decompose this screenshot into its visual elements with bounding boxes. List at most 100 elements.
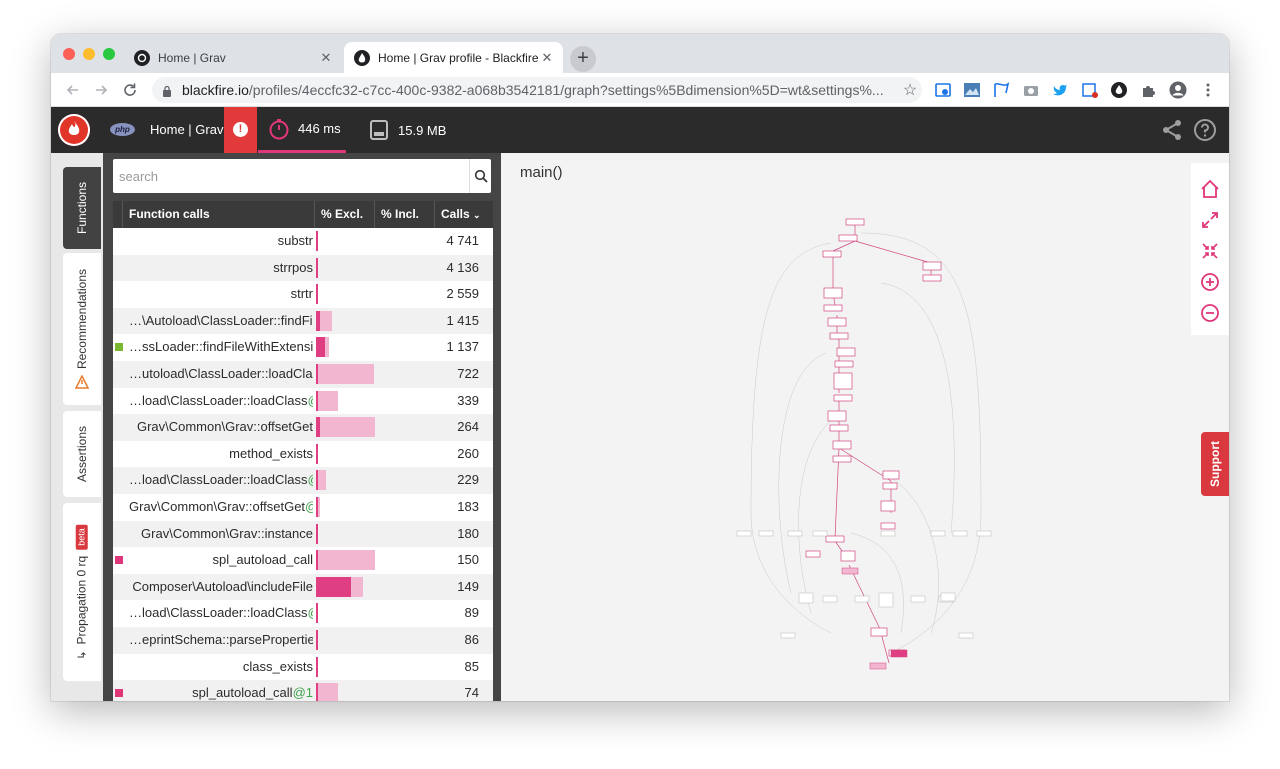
function-name: Composer\Autoload\includeFile <box>129 574 313 600</box>
tab-recommendations[interactable]: Recommendations <box>63 253 101 405</box>
twitter-extension-icon[interactable] <box>1051 81 1069 99</box>
zoom-in-icon[interactable] <box>1200 272 1220 292</box>
tab-label: Assertions <box>75 425 89 483</box>
call-count: 86 <box>464 632 479 647</box>
function-name: …eprintSchema::parseProperties <box>129 627 313 653</box>
extensions-puzzle-icon[interactable] <box>1140 81 1158 99</box>
table-row[interactable]: Grav\Common\Grav::offsetGet 264 <box>113 414 493 441</box>
excl-bar <box>316 497 318 517</box>
call-graph-area[interactable]: main() Support <box>501 153 1229 701</box>
tab-title: Home | Grav profile - Blackfire <box>378 50 539 65</box>
table-row[interactable]: method_exists 260 <box>113 440 493 468</box>
cost-bar <box>316 470 376 491</box>
return-arrow-icon: ↳ <box>76 650 89 660</box>
search-input[interactable] <box>113 161 469 191</box>
table-row[interactable]: …ssLoader::findFileWithExtension 1 137 <box>113 334 493 361</box>
tab-assertions[interactable]: Assertions <box>63 411 101 497</box>
table-row[interactable]: spl_autoload_call@1 74 <box>113 680 493 701</box>
expand-icon[interactable] <box>1200 210 1220 230</box>
blackfire-extension-icon[interactable] <box>1110 81 1128 99</box>
maximize-window-button[interactable] <box>103 48 115 60</box>
table-row[interactable]: …eprintSchema::parseProperties 86 <box>113 627 493 654</box>
graph-toolbar <box>1191 163 1229 335</box>
excl-bar <box>316 390 318 411</box>
image-extension-icon[interactable] <box>963 81 981 99</box>
profile-title[interactable]: Home | Grav <box>150 122 223 137</box>
help-icon[interactable] <box>1194 119 1216 141</box>
bookmark-star-icon[interactable]: ☆ <box>898 80 922 100</box>
call-count: 339 <box>457 392 479 408</box>
browser-tab-blackfire[interactable]: Home | Grav profile - Blackfire ✕ <box>344 42 563 73</box>
excl-bar <box>316 337 325 358</box>
address-bar[interactable]: blackfire.io/profiles/4eccfc32-c7cc-400c… <box>152 77 922 103</box>
close-tab-icon[interactable]: ✕ <box>318 50 334 66</box>
share-icon[interactable] <box>1161 119 1183 141</box>
table-row[interactable]: …load\ClassLoader::loadClass@1 339 <box>113 387 493 415</box>
support-label: Support <box>1208 441 1222 487</box>
excl-bar <box>316 443 318 464</box>
forward-icon[interactable] <box>91 80 111 100</box>
table-row[interactable]: strrpos 4 136 <box>113 254 493 282</box>
call-graph[interactable] <box>731 213 1011 683</box>
minimize-window-button[interactable] <box>83 48 95 60</box>
col-excl[interactable]: % Excl. <box>315 201 375 228</box>
profile-avatar-icon[interactable] <box>1169 81 1187 99</box>
excl-bar <box>316 470 318 491</box>
incl-bar <box>316 683 338 701</box>
home-icon[interactable] <box>1200 179 1220 199</box>
function-name: …\Autoload\ClassLoader::findFile <box>129 308 313 334</box>
cost-bar <box>316 443 376 464</box>
search-icon[interactable] <box>469 159 491 193</box>
cost-bar <box>316 417 376 438</box>
reload-icon[interactable] <box>120 80 140 100</box>
table-row[interactable]: Composer\Autoload\includeFile 149 <box>113 573 493 601</box>
tab-title: Home | Grav <box>158 50 226 65</box>
excl-bar <box>316 310 321 331</box>
close-tab-icon[interactable]: ✕ <box>539 50 555 66</box>
col-incl[interactable]: % Incl. <box>375 201 435 228</box>
table-row[interactable]: Grav\Common\Grav::instance 180 <box>113 520 493 548</box>
cost-bar <box>316 576 376 597</box>
table-row[interactable]: …load\ClassLoader::loadClass@2 229 <box>113 467 493 494</box>
table-row[interactable]: …\Autoload\ClassLoader::findFile 1 415 <box>113 307 493 335</box>
support-button[interactable]: Support <box>1201 432 1229 496</box>
col-calls-label: Calls <box>441 207 470 221</box>
function-name-text: strrpos <box>273 259 313 275</box>
wall-time-metric[interactable]: 446 ms <box>258 107 346 153</box>
fit-icon[interactable] <box>1200 241 1220 261</box>
function-name: Grav\Common\Grav::instance <box>129 521 313 547</box>
call-count: 74 <box>464 685 479 701</box>
browser-menu-icon[interactable] <box>1199 81 1217 99</box>
close-window-button[interactable] <box>63 48 75 60</box>
table-row[interactable]: spl_autoload_call 150 <box>113 547 493 574</box>
excl-bar <box>316 257 318 278</box>
php-badge: php <box>110 123 135 136</box>
news-extension-icon[interactable] <box>1081 81 1099 99</box>
call-count: 180 <box>457 525 479 541</box>
function-name: strtr <box>129 281 313 307</box>
calendar-extension-icon[interactable] <box>934 81 952 99</box>
table-row[interactable]: …utoload\ClassLoader::loadClass 722 <box>113 361 493 388</box>
memory-metric[interactable]: 15.9 MB <box>358 107 448 153</box>
blackfire-logo-icon[interactable] <box>58 114 90 146</box>
table-row[interactable]: class_exists 85 <box>113 653 493 681</box>
col-function-calls[interactable]: Function calls <box>123 201 315 228</box>
tab-functions[interactable]: Functions <box>63 167 101 249</box>
back-icon[interactable] <box>63 80 83 100</box>
alert-button[interactable]: ! <box>224 107 257 153</box>
browser-tab-grav[interactable]: Home | Grav ✕ <box>124 42 342 73</box>
row-marker <box>115 343 123 352</box>
new-tab-button[interactable]: + <box>570 46 596 72</box>
camera-extension-icon[interactable] <box>1022 81 1040 99</box>
flag-extension-icon[interactable] <box>992 81 1010 99</box>
table-row[interactable]: Grav\Common\Grav::offsetGet@1 183 <box>113 494 493 521</box>
row-marker <box>115 689 123 698</box>
zoom-out-icon[interactable] <box>1200 303 1220 323</box>
beta-badge: beta <box>76 524 89 550</box>
function-name: method_exists <box>129 441 313 467</box>
table-row[interactable]: strtr 2 559 <box>113 281 493 308</box>
col-calls[interactable]: Calls ⌄ <box>435 201 493 228</box>
tab-propagation[interactable]: ↳ Propagation 0 rq beta <box>63 503 101 681</box>
table-row[interactable]: substr 4 741 <box>113 228 493 255</box>
table-row[interactable]: …load\ClassLoader::loadClass@3 89 <box>113 600 493 627</box>
